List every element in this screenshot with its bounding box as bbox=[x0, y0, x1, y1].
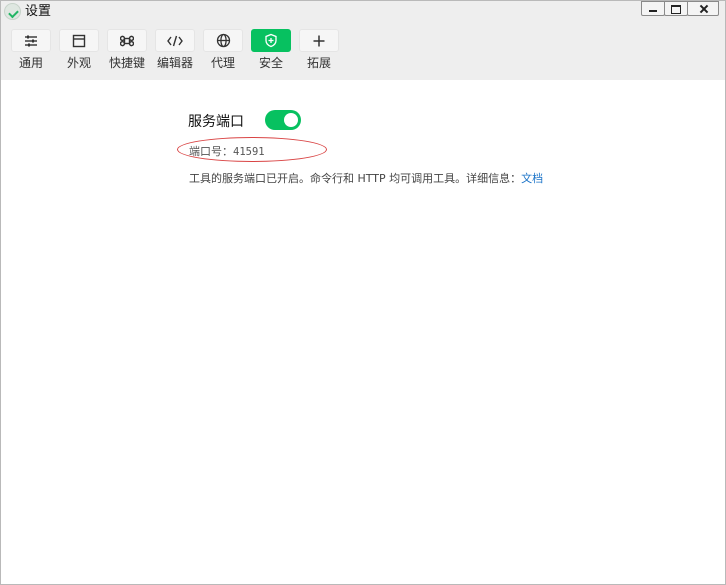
settings-toolbar: 通用 外观 快捷键 编辑器 代理 安全 拓展 bbox=[1, 23, 725, 80]
tab-extensions-label: 拓展 bbox=[306, 56, 331, 70]
close-button[interactable] bbox=[687, 1, 719, 16]
security-panel: 服务端口 端口号：41591 工具的服务端口已开启。命令行和 HTTP 均可调用… bbox=[1, 80, 725, 584]
service-description: 工具的服务端口已开启。命令行和 HTTP 均可调用工具。详细信息：文档 bbox=[189, 170, 543, 186]
sliders-icon bbox=[11, 29, 51, 52]
tab-security[interactable]: 安全 bbox=[251, 29, 291, 70]
tab-editor[interactable]: 编辑器 bbox=[155, 29, 195, 70]
settings-window: 设置 通用 外观 快捷键 编辑器 代理 安全 拓展 服务端口 端口号：41591… bbox=[0, 0, 726, 585]
plus-icon bbox=[299, 29, 339, 52]
window-controls bbox=[641, 1, 719, 17]
globe-icon bbox=[203, 29, 243, 52]
tab-security-label: 安全 bbox=[258, 56, 283, 70]
window-layout-icon bbox=[59, 29, 99, 52]
title-bar: 设置 bbox=[1, 1, 725, 23]
port-number-row: 端口号：41591 bbox=[189, 143, 265, 159]
port-number-value: 41591 bbox=[233, 146, 265, 158]
tab-extensions[interactable]: 拓展 bbox=[299, 29, 339, 70]
port-number-label: 端口号： bbox=[189, 145, 233, 158]
maximize-button[interactable] bbox=[664, 1, 688, 16]
tab-proxy-label: 代理 bbox=[210, 56, 235, 70]
tab-general[interactable]: 通用 bbox=[11, 29, 51, 70]
tab-general-label: 通用 bbox=[18, 56, 43, 70]
tab-editor-label: 编辑器 bbox=[156, 56, 193, 70]
service-port-heading: 服务端口 bbox=[188, 114, 244, 130]
window-title: 设置 bbox=[25, 4, 52, 19]
command-key-icon bbox=[107, 29, 147, 52]
documentation-link[interactable]: 文档 bbox=[521, 172, 543, 185]
tab-appearance[interactable]: 外观 bbox=[59, 29, 99, 70]
tab-proxy[interactable]: 代理 bbox=[203, 29, 243, 70]
tab-shortcuts-label: 快捷键 bbox=[108, 56, 145, 70]
code-icon bbox=[155, 29, 195, 52]
toggle-knob bbox=[284, 113, 298, 127]
tab-shortcuts[interactable]: 快捷键 bbox=[107, 29, 147, 70]
shield-icon bbox=[251, 29, 291, 52]
tab-appearance-label: 外观 bbox=[66, 56, 91, 70]
app-logo-icon bbox=[4, 3, 21, 20]
minimize-button[interactable] bbox=[641, 1, 665, 16]
description-text: 工具的服务端口已开启。命令行和 HTTP 均可调用工具。详细信息： bbox=[189, 172, 522, 185]
service-port-toggle[interactable] bbox=[265, 110, 301, 130]
